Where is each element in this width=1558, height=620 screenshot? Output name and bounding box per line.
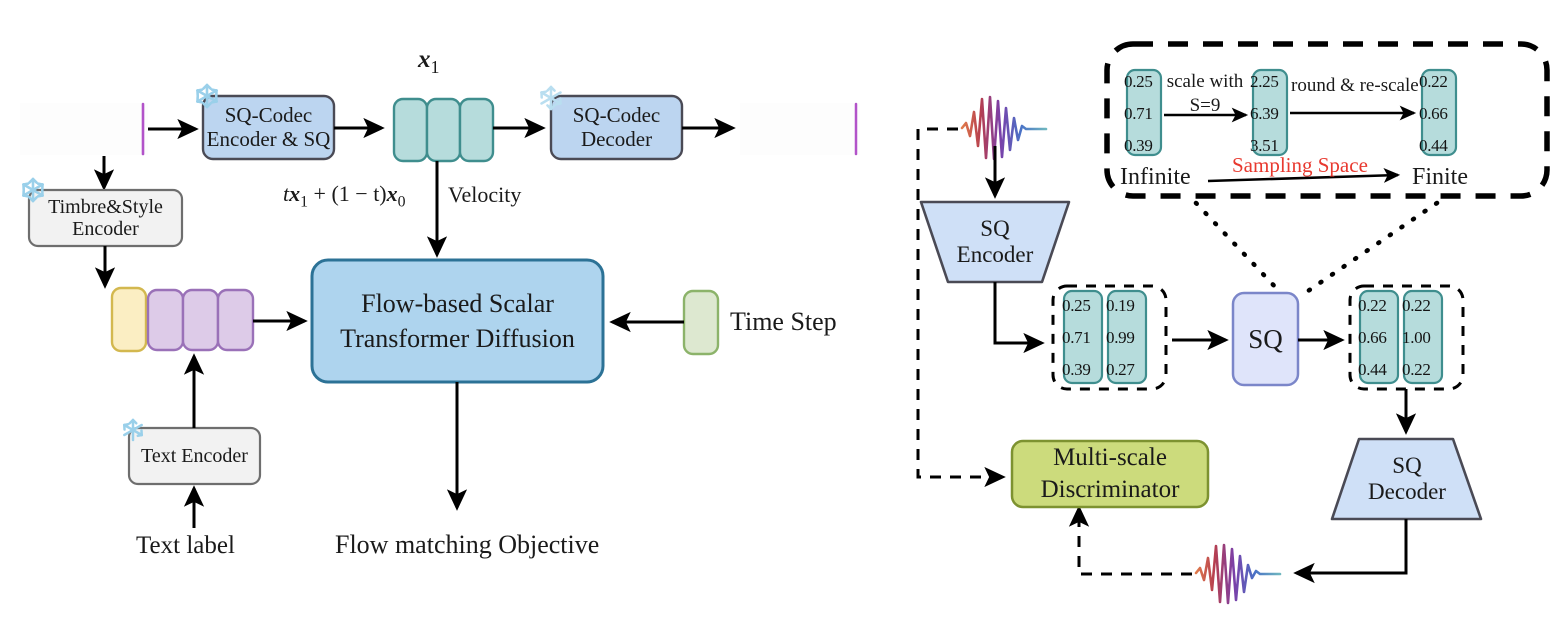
- latent-token-group: [392, 97, 495, 163]
- callout-vec-out-v1: 0.66: [1419, 104, 1448, 123]
- prompt-token-text: [146, 288, 185, 352]
- callout-vec-scaled-v1: 6.39: [1250, 104, 1279, 123]
- post-sq-v1-1: 1.00: [1402, 328, 1431, 347]
- output-waveform-icon: [740, 101, 860, 157]
- latent-token: [392, 97, 429, 163]
- dashed-real-audio-to-discriminator: [916, 127, 1006, 488]
- flow-diffusion-block[interactable]: [310, 258, 605, 384]
- dotted-callout-connector-right: [1305, 200, 1440, 294]
- post-sq-v0-2: 0.44: [1358, 360, 1387, 379]
- latent-token: [425, 97, 462, 163]
- prompt-token-text: [216, 288, 255, 352]
- pre-sq-v1-0: 0.19: [1106, 296, 1135, 315]
- figure-canvas: SQ-Codec Encoder & SQ SQ-Codec Decoder T…: [0, 0, 1558, 620]
- post-sq-v1-2: 0.22: [1402, 360, 1431, 379]
- pre-sq-v0-1: 0.71: [1062, 328, 1091, 347]
- sq-encoder-block[interactable]: [919, 200, 1071, 284]
- sq-decoder-block[interactable]: [1330, 437, 1483, 521]
- prompt-token-text: [181, 288, 220, 352]
- callout-vec-out-v2: 0.44: [1419, 136, 1448, 155]
- arrow-sqencoder-to-vectors: [993, 282, 1045, 354]
- callout-vec-scaled-v2: 3.51: [1250, 136, 1279, 155]
- multiscale-discriminator-block[interactable]: [1010, 439, 1210, 509]
- latent-token: [458, 97, 495, 163]
- pre-sq-v1-1: 0.99: [1106, 328, 1135, 347]
- sq-codec-encoder-block[interactable]: [201, 94, 336, 161]
- post-sq-v1-0: 0.22: [1402, 296, 1431, 315]
- arrow-callout-sampling-space: [1207, 168, 1401, 183]
- time-step-token: [682, 289, 720, 356]
- callout-vec-out-v0: 0.22: [1419, 72, 1448, 91]
- arrow-decoder-to-recon: [1293, 519, 1408, 584]
- right-input-waveform-icon: [960, 95, 1048, 161]
- text-encoder-block[interactable]: [127, 426, 262, 486]
- reconstructed-waveform-icon: [1194, 543, 1282, 605]
- sq-block[interactable]: [1231, 291, 1300, 387]
- callout-vec-in-v1: 0.71: [1124, 104, 1153, 123]
- post-sq-v0-1: 0.66: [1358, 328, 1387, 347]
- pre-sq-v0-0: 0.25: [1062, 296, 1091, 315]
- pre-sq-v1-2: 0.27: [1106, 360, 1135, 379]
- post-sq-v0-0: 0.22: [1358, 296, 1387, 315]
- sq-callout-box: [1104, 41, 1550, 199]
- timbre-style-encoder-block[interactable]: [27, 188, 184, 248]
- input-waveform-icon: [20, 101, 148, 157]
- diagram-svg: [20, 41, 1550, 605]
- prompt-token-style: [110, 286, 148, 353]
- callout-vec-in-v0: 0.25: [1124, 72, 1153, 91]
- sq-codec-decoder-block[interactable]: [549, 94, 684, 161]
- dotted-callout-connector-left: [1193, 200, 1282, 294]
- callout-vec-in-v2: 0.39: [1124, 136, 1153, 155]
- dashed-fake-audio-to-discriminator: [1068, 505, 1192, 576]
- callout-vec-scaled-v0: 2.25: [1250, 72, 1279, 91]
- pre-sq-v0-2: 0.39: [1062, 360, 1091, 379]
